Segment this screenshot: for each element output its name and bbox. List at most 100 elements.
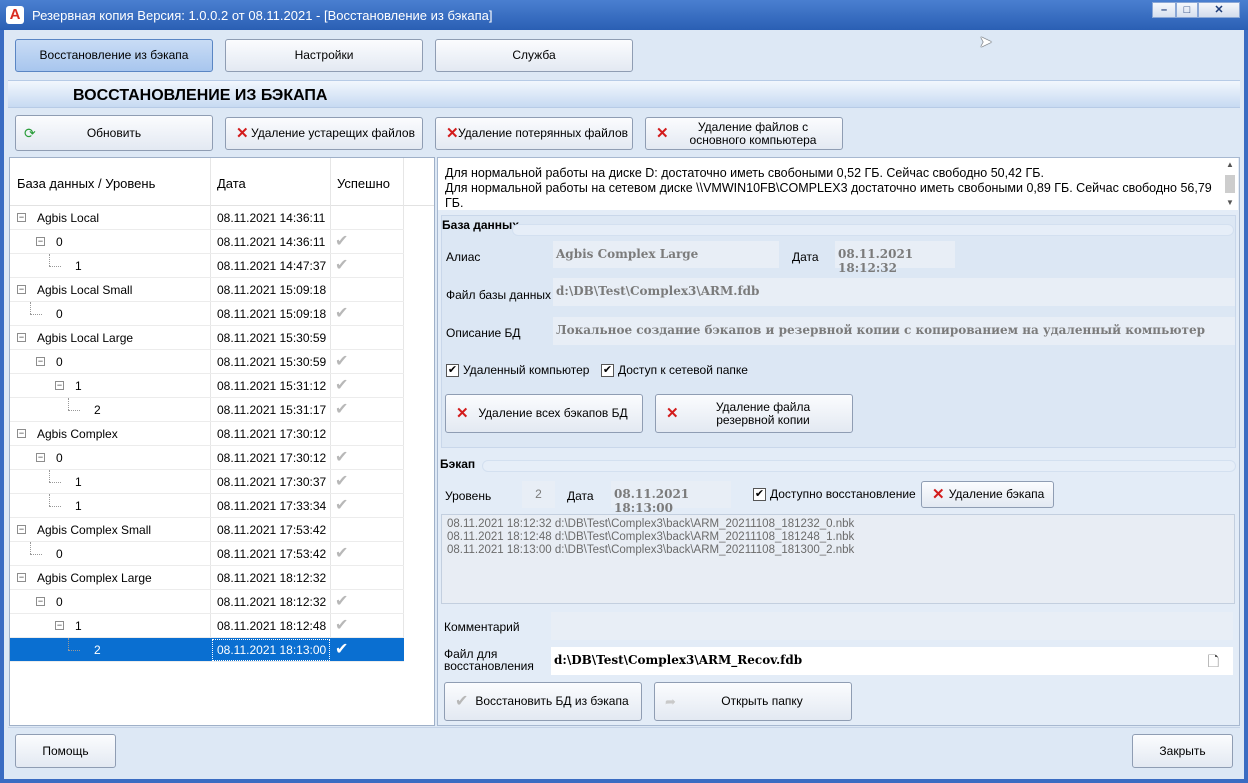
collapse-icon[interactable]: −	[36, 357, 45, 366]
tree-connector	[68, 398, 69, 410]
backup-files-log[interactable]: 08.11.2021 18:12:32 d:\DB\Test\Complex3\…	[441, 514, 1235, 604]
tree-row-name: 0	[56, 451, 63, 465]
delete-reserve-file-button[interactable]: ✕ Удаление файла резервной копии	[655, 394, 853, 433]
tab-restore[interactable]: Восстановление из бэкапа	[15, 39, 213, 72]
delete-icon: ✕	[446, 125, 459, 142]
delete-backup-label: Удаление бэкапа	[948, 487, 1045, 501]
tree-row[interactable]: − Agbis Complex Small 08.11.2021 17:53:42	[10, 518, 404, 542]
success-check-icon: ✔	[335, 497, 349, 514]
column-header-success[interactable]: Успешно	[337, 176, 390, 191]
tree-row-name: 1	[75, 259, 82, 273]
tree-row[interactable]: − Agbis Complex 08.11.2021 17:30:12	[10, 422, 404, 446]
tree-row[interactable]: − 0 08.11.2021 15:30:59 ✔	[10, 350, 404, 374]
alias-field[interactable]: Agbis Complex Large	[553, 241, 779, 268]
info-scrollbar[interactable]: ▲ ▼	[1224, 160, 1236, 208]
open-folder-button[interactable]: ➦ Открыть папку	[654, 682, 852, 721]
column-header-date[interactable]: Дата	[217, 176, 246, 191]
backup-date-field[interactable]: 08.11.2021 18:13:00	[611, 481, 731, 515]
delete-main-files-button[interactable]: ✕ Удаление файлов с основного компьютера	[645, 117, 843, 150]
tree-row-date: 08.11.2021 15:30:59	[217, 331, 327, 345]
refresh-button[interactable]: ⟳ Обновить	[15, 115, 213, 151]
collapse-icon[interactable]: −	[17, 333, 26, 342]
tree-row[interactable]: − 0 08.11.2021 18:12:32 ✔	[10, 590, 404, 614]
delete-all-backups-button[interactable]: ✕ Удаление всех бэкапов БД	[445, 394, 643, 433]
delete-old-files-button[interactable]: ✕ Удаление устарещих файлов	[225, 117, 423, 150]
tree-row-date: 08.11.2021 15:09:18	[217, 307, 327, 321]
close-button[interactable]: Закрыть	[1132, 734, 1233, 768]
success-check-icon: ✔	[335, 305, 349, 322]
tree-row[interactable]: 1 08.11.2021 14:47:37 ✔	[10, 254, 404, 278]
collapse-icon[interactable]: −	[17, 429, 26, 438]
tree-row-date: 08.11.2021 15:31:12	[217, 379, 327, 393]
check-icon: ✔	[753, 487, 766, 501]
collapse-icon[interactable]: −	[36, 453, 45, 462]
restore-file-value: d:\DB\Test\Complex3\ARM_Recov.fdb	[554, 653, 803, 667]
maximize-button[interactable]: □	[1176, 2, 1198, 18]
backup-tree[interactable]: База данных / Уровень Дата Успешно − Agbi…	[9, 157, 435, 726]
refresh-icon: ⟳	[24, 124, 36, 141]
help-button[interactable]: Помощь	[15, 734, 116, 768]
tree-row[interactable]: 0 08.11.2021 15:09:18 ✔	[10, 302, 404, 326]
tree-connector	[49, 254, 50, 266]
tree-row[interactable]: 2 08.11.2021 15:31:17 ✔	[10, 398, 404, 422]
collapse-icon[interactable]: −	[17, 573, 26, 582]
tree-row[interactable]: 1 08.11.2021 17:30:37 ✔	[10, 470, 404, 494]
collapse-icon[interactable]: −	[17, 213, 26, 222]
tree-row-name: 0	[56, 595, 63, 609]
db-date-label: Дата	[792, 250, 819, 264]
comment-label: Комментарий	[444, 620, 520, 634]
tab-settings[interactable]: Настройки	[225, 39, 423, 72]
tree-row[interactable]: − Agbis Complex Large 08.11.2021 18:12:32	[10, 566, 404, 590]
remote-computer-checkbox[interactable]: ✔ Удаленный компьютер	[446, 363, 589, 377]
restore-file-field[interactable]: d:\DB\Test\Complex3\ARM_Recov.fdb 🗋	[551, 647, 1233, 675]
minimize-button[interactable]: –	[1152, 2, 1176, 18]
restore-db-button[interactable]: ✔ Восстановить БД из бэкапа	[444, 682, 642, 721]
tree-connector	[49, 470, 50, 482]
collapse-icon[interactable]: −	[17, 285, 26, 294]
tree-row-name: 1	[75, 379, 82, 393]
tree-row[interactable]: − 0 08.11.2021 14:36:11 ✔	[10, 230, 404, 254]
disk-info-line: Для нормальной работы на диске D: достат…	[445, 166, 1044, 180]
db-date-field[interactable]: 08.11.2021 18:12:32	[835, 241, 955, 275]
collapse-icon[interactable]: −	[36, 237, 45, 246]
tab-service[interactable]: Служба	[435, 39, 633, 72]
database-group: База данных Алиас Agbis Complex Large Да…	[441, 215, 1236, 448]
tree-connector	[30, 314, 42, 315]
restore-available-label: Доступно восстановление	[770, 487, 916, 501]
collapse-icon[interactable]: −	[55, 621, 64, 630]
db-desc-field[interactable]: Локальное создание бэкапов и резервной к…	[553, 317, 1235, 345]
tree-row-name: Agbis Complex	[37, 427, 118, 441]
comment-field[interactable]	[551, 612, 1233, 640]
delete-backup-button[interactable]: ✕ Удаление бэкапа	[921, 481, 1054, 508]
network-share-checkbox[interactable]: ✔ Доступ к сетевой папке	[601, 363, 748, 377]
tree-row[interactable]: − 0 08.11.2021 17:30:12 ✔	[10, 446, 404, 470]
tree-row[interactable]: − Agbis Local Large 08.11.2021 15:30:59	[10, 326, 404, 350]
delete-lost-files-button[interactable]: ✕ Удаление потерянных файлов	[435, 117, 633, 150]
delete-old-label: Удаление устарещих файлов	[251, 126, 415, 140]
tree-row[interactable]: 0 08.11.2021 17:53:42 ✔	[10, 542, 404, 566]
close-window-button[interactable]: ✕	[1198, 2, 1240, 18]
log-line: 08.11.2021 18:12:48 d:\DB\Test\Complex3\…	[447, 531, 855, 543]
tree-row[interactable]: − Agbis Local Small 08.11.2021 15:09:18	[10, 278, 404, 302]
delete-icon: ✕	[932, 486, 945, 503]
tree-row-name: Agbis Complex Small	[37, 523, 152, 537]
tree-row-date: 08.11.2021 18:13:00	[217, 643, 327, 657]
collapse-icon[interactable]: −	[36, 597, 45, 606]
collapse-icon[interactable]: −	[17, 525, 26, 534]
tree-row[interactable]: 1 08.11.2021 17:33:34 ✔	[10, 494, 404, 518]
collapse-icon[interactable]: −	[55, 381, 64, 390]
tree-row[interactable]: − 1 08.11.2021 18:12:48 ✔	[10, 614, 404, 638]
delete-all-label: Удаление всех бэкапов БД	[478, 406, 628, 420]
tree-row-date: 08.11.2021 17:30:37	[217, 475, 327, 489]
tree-row[interactable]: − Agbis Local 08.11.2021 14:36:11	[10, 206, 404, 230]
tree-row[interactable]: − 1 08.11.2021 15:31:12 ✔	[10, 374, 404, 398]
db-file-field[interactable]: d:\DB\Test\Complex3\ARM.fdb	[553, 278, 1235, 306]
file-browse-icon[interactable]: 🗋	[1208, 651, 1219, 675]
restore-available-checkbox[interactable]: ✔ Доступно восстановление	[753, 487, 916, 501]
refresh-label: Обновить	[86, 125, 142, 140]
column-header-name[interactable]: База данных / Уровень	[17, 176, 155, 191]
level-field[interactable]: 2	[522, 481, 555, 508]
tree-row[interactable]: 2 08.11.2021 18:13:00 ✔	[10, 638, 404, 662]
tree-connector	[68, 410, 80, 411]
tree-row-name: 0	[56, 547, 63, 561]
